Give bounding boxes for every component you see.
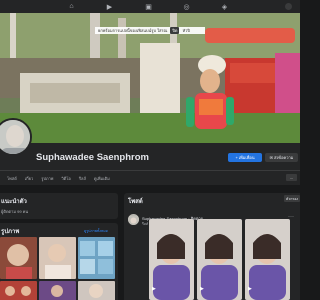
marketplace-icon[interactable]: ▣ xyxy=(144,2,153,11)
filter-button[interactable]: ตัวกรอง xyxy=(284,195,300,202)
more-options-button[interactable]: ... xyxy=(286,174,297,181)
tab-videos[interactable]: วิดีโอ xyxy=(57,175,74,182)
photo-image xyxy=(0,281,37,300)
photo-thumbnail[interactable] xyxy=(0,281,37,300)
play-icon: ▶ xyxy=(152,286,156,292)
tab-reels[interactable]: รีลส์ xyxy=(75,175,90,182)
posts-title: โพสต์ xyxy=(128,199,143,205)
reels-row: ▶ ▶ ▶ xyxy=(149,219,300,300)
message-label: ส่งข้อความ xyxy=(274,155,294,160)
tab-more[interactable]: ดูเพิ่มเติม xyxy=(90,175,114,182)
profile-tabs: โพสต์ เกี่ยว รูปภาพ วิดีโอ รีลส์ ดูเพิ่ม… xyxy=(0,171,300,185)
tab-posts[interactable]: โพสต์ xyxy=(0,175,21,182)
photo-thumbnail[interactable] xyxy=(39,237,76,279)
tab-photos[interactable]: รูปภาพ xyxy=(37,175,57,182)
photos-grid xyxy=(0,237,116,300)
photo-image xyxy=(78,237,115,279)
groups-icon[interactable]: ◎ xyxy=(182,2,191,11)
photo-thumbnail[interactable] xyxy=(0,237,37,279)
photo-thumbnail[interactable] xyxy=(78,281,115,300)
translate-bar-text: ยกพร้อมการแปลนี้ของเฟิสแบน์รูบ ใส่รณ xyxy=(98,28,168,33)
cover-photo[interactable]: ยกพร้อมการแปลนี้ของเฟิสแบน์รูบ ใส่รณ ปิด… xyxy=(0,13,300,143)
account-avatar[interactable] xyxy=(285,3,292,10)
photo-thumbnail[interactable] xyxy=(78,237,115,279)
post-author-avatar[interactable] xyxy=(128,214,139,225)
intro-followers: ผู้ติดตาม 99 คน xyxy=(1,209,29,214)
reel-thumbnail[interactable]: ▶ xyxy=(149,219,194,300)
play-icon: ▶ xyxy=(200,286,204,292)
translate-action-link[interactable]: หัวปิ xyxy=(182,27,189,34)
gaming-icon[interactable]: ◈ xyxy=(220,2,229,11)
intro-title: แนะนำตัว xyxy=(1,199,27,205)
video-icon[interactable]: ▶ xyxy=(105,2,114,11)
play-icon: ▶ xyxy=(248,286,252,292)
profile-name: Suphawadee Saenphrom xyxy=(36,152,149,163)
see-all-photos-link[interactable]: ดูรูปภาพทั้งหมด xyxy=(84,228,108,234)
add-friend-icon: + xyxy=(235,155,238,160)
photo-image xyxy=(39,237,76,279)
message-button[interactable]: ✉ ส่งข้อความ xyxy=(265,153,298,162)
add-friend-label: เพิ่มเพื่อน xyxy=(238,155,255,160)
top-navigation-bar: ⌂ ▶ ▣ ◎ ◈ xyxy=(0,0,300,13)
photos-title: รูปภาพ xyxy=(1,229,20,235)
translate-close-button[interactable]: ปิด xyxy=(170,27,180,34)
tab-about[interactable]: เกี่ยว xyxy=(21,175,37,182)
facebook-profile-page: ⌂ ▶ ▣ ◎ ◈ ยกพร้อมการแปลนี้ของเฟิสแบน์รูบ… xyxy=(0,0,300,300)
reel-thumbnail[interactable]: ▶ xyxy=(245,219,290,300)
photo-image xyxy=(39,281,76,300)
translate-bar: ยกพร้อมการแปลนี้ของเฟิสแบน์รูบ ใส่รณ ปิด… xyxy=(95,27,205,34)
home-icon[interactable]: ⌂ xyxy=(67,2,76,11)
photo-thumbnail[interactable] xyxy=(39,281,76,300)
photo-image xyxy=(78,281,115,300)
reel-thumbnail[interactable]: ▶ xyxy=(197,219,242,300)
photo-image xyxy=(0,237,37,279)
messenger-icon: ✉ xyxy=(269,155,273,160)
add-friend-button[interactable]: + เพิ่มเพื่อน xyxy=(228,153,262,162)
